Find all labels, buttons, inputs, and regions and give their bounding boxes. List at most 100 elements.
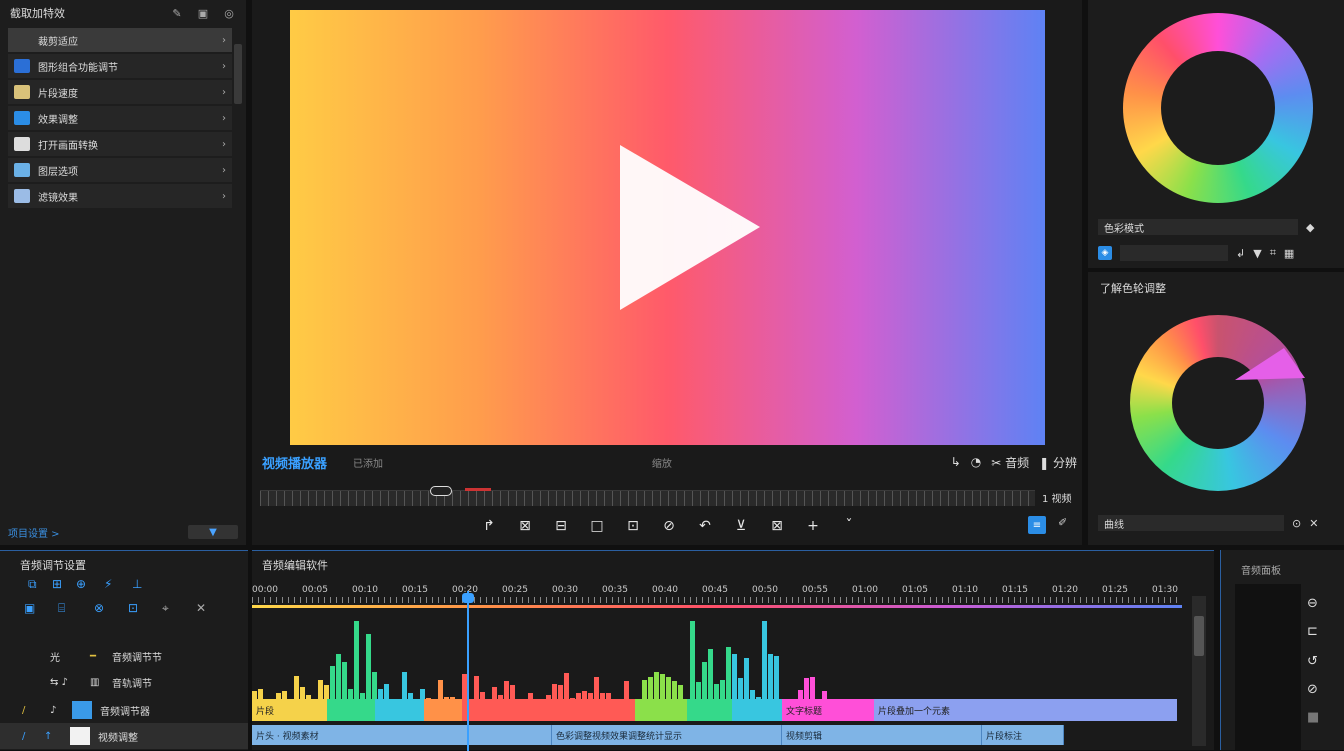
track-3-label: 音频调节器 xyxy=(100,706,150,718)
playhead[interactable] xyxy=(467,591,469,751)
clip-bottom-2[interactable]: 视频剪辑 xyxy=(782,725,982,745)
tool-4-icon[interactable]: ⊡ xyxy=(624,518,642,534)
grid-icon[interactable]: ▦ xyxy=(1284,247,1294,260)
tool-2-icon[interactable]: ⊟ xyxy=(552,518,570,534)
viewer-right-4[interactable]: ❚ 分辨 xyxy=(1039,454,1077,471)
video-preview[interactable] xyxy=(290,10,1045,445)
viewer-right-2[interactable]: ◔ xyxy=(971,455,981,469)
effects-scrollbar[interactable] xyxy=(234,44,242,104)
viewer-menu-button[interactable]: ≡ xyxy=(1028,516,1046,534)
color-mode-icon[interactable]: ◆ xyxy=(1306,221,1314,234)
ruler-label: 01:10 xyxy=(952,585,978,595)
audio-tool-4-icon[interactable]: ⊘ xyxy=(1307,682,1318,697)
track-header-4[interactable]: / ↑ 视频调整 xyxy=(0,723,248,749)
effect-item-5[interactable]: 图层选项 › xyxy=(8,158,232,182)
playhead-handle[interactable] xyxy=(462,593,474,603)
track-tool-2-icon[interactable]: ⊞ xyxy=(52,577,62,591)
clip-top-6[interactable] xyxy=(635,699,687,721)
scrub-handle[interactable] xyxy=(430,486,452,496)
track-tool-6-icon[interactable]: ▣ xyxy=(24,601,35,615)
track-tool-3-icon[interactable]: ⊕ xyxy=(76,577,86,591)
funnel-icon[interactable]: ▼ xyxy=(1253,247,1261,260)
color-select-icon[interactable]: ◈ xyxy=(1098,246,1112,260)
clip-top-3[interactable] xyxy=(424,699,462,721)
track-2-bars-icon: ▥ xyxy=(90,676,100,688)
tool-10-icon[interactable]: ˇ xyxy=(840,518,858,534)
color-mode-field[interactable]: 色彩模式 xyxy=(1098,219,1298,235)
clip-top-8[interactable] xyxy=(732,699,782,721)
chevron-right-icon: › xyxy=(222,86,226,98)
effect-item-2[interactable]: 片段速度 › xyxy=(8,80,232,104)
color-wheel-secondary[interactable] xyxy=(1130,315,1306,491)
track-tool-5-icon[interactable]: ⊥ xyxy=(132,577,142,591)
filter-button[interactable]: ▼ xyxy=(188,525,238,539)
clip-top-7[interactable] xyxy=(687,699,732,721)
track-header-2[interactable]: ⇆ ♪ ▥ 音轨调节 xyxy=(0,669,248,695)
track-tool-8-icon[interactable]: ⊗ xyxy=(94,601,104,615)
clip-top-5[interactable] xyxy=(552,699,635,721)
audio-tool-2-icon[interactable]: ⊏ xyxy=(1307,624,1318,639)
clip-bottom-0[interactable]: 片头 · 视频素材 xyxy=(252,725,552,745)
viewer-right-1[interactable]: ↳ xyxy=(951,455,961,469)
brush-icon[interactable]: ✎ xyxy=(170,6,184,20)
effect-item-4[interactable]: 打开画面转换 › xyxy=(8,132,232,156)
track-header-3[interactable]: / ♪ 音频调节器 xyxy=(0,697,248,723)
scrub-bar[interactable] xyxy=(260,486,1035,506)
tool-7-icon[interactable]: ⊻ xyxy=(732,518,750,534)
crop-icon[interactable]: ⌗ xyxy=(1270,246,1276,260)
track-header-1[interactable]: 光 ━ 音频调节节 xyxy=(0,643,248,669)
image-icon[interactable]: ▣ xyxy=(196,6,210,20)
project-settings-link[interactable]: 项目设置 > xyxy=(8,525,60,540)
clip-bottom-3[interactable]: 片段标注 xyxy=(982,725,1064,745)
color-wheel-primary[interactable] xyxy=(1123,13,1313,203)
tool-0-icon[interactable]: ↱ xyxy=(480,518,498,534)
track-tool-1-icon[interactable]: ⧉ xyxy=(28,577,37,592)
ruler-label: 00:50 xyxy=(752,585,778,595)
track-tool-11-icon[interactable]: ✕ xyxy=(196,601,206,615)
timeline-scroll-thumb[interactable] xyxy=(1194,616,1204,656)
tool-8-icon[interactable]: ⊠ xyxy=(768,518,786,534)
viewer-right-3[interactable]: ✂ 音频 xyxy=(991,454,1029,471)
track-4-label: 视频调整 xyxy=(98,732,138,744)
clip-top-10[interactable]: 片段叠加一个元素 xyxy=(874,699,1177,721)
track-4-pen-icon[interactable]: / xyxy=(22,731,44,742)
tool-5-icon[interactable]: ⊘ xyxy=(660,518,678,534)
clip-top-2[interactable] xyxy=(375,699,424,721)
track-tool-9-icon[interactable]: ⊡ xyxy=(128,601,138,615)
audio-tool-5-icon[interactable]: ■ xyxy=(1307,710,1319,725)
effect-item-1[interactable]: 图形组合功能调节 › xyxy=(8,54,232,78)
audio-tool-1-icon[interactable]: ⊖ xyxy=(1307,596,1318,611)
tool-3-icon[interactable]: □ xyxy=(588,518,606,534)
track-tool-10-icon[interactable]: ⌖ xyxy=(162,601,169,616)
timeline-ruler[interactable]: 00:00 00:05 00:10 00:15 00:20 00:25 00:30 00:35… xyxy=(252,581,1182,611)
play-icon[interactable] xyxy=(620,145,760,315)
undo-icon[interactable]: ↲ xyxy=(1236,247,1245,260)
effect-item-3[interactable]: 效果调整 › xyxy=(8,106,232,130)
tool-1-icon[interactable]: ⊠ xyxy=(516,518,534,534)
clip-top-0[interactable]: 片段 xyxy=(252,699,327,721)
curves-reset-icon[interactable]: ⊙ xyxy=(1292,517,1301,530)
tool-9-icon[interactable]: + xyxy=(804,518,822,534)
track-2-label: 音轨调节 xyxy=(112,678,152,690)
track-tool-7-icon[interactable]: ⌸ xyxy=(58,601,65,616)
effect-item-label: 打开画面转换 xyxy=(38,140,98,152)
audio-tool-3-icon[interactable]: ↺ xyxy=(1307,654,1318,669)
chevron-right-icon: › xyxy=(222,60,226,72)
effect-item-0[interactable]: 裁剪适应 › xyxy=(8,28,232,52)
track-3-pen-icon[interactable]: / xyxy=(22,705,50,716)
clip-bottom-1[interactable]: 色彩调整视频效果调整统计显示 xyxy=(552,725,782,745)
zoom-label[interactable]: 缩放 xyxy=(652,455,672,470)
tool-6-icon[interactable]: ↶ xyxy=(696,518,714,534)
clip-top-4[interactable] xyxy=(462,699,552,721)
track-tool-4-icon[interactable]: ⚡ xyxy=(104,577,112,591)
clip-top-1[interactable] xyxy=(327,699,375,721)
curves-field[interactable]: 曲线 xyxy=(1098,515,1284,531)
color-select-field[interactable] xyxy=(1120,245,1228,261)
effect-thumb xyxy=(14,111,30,125)
effect-item-6[interactable]: 滤镜效果 › xyxy=(8,184,232,208)
eyedropper-icon[interactable]: ✐ xyxy=(1058,516,1067,529)
settings-icon[interactable]: ◎ xyxy=(222,6,236,20)
timeline-scrollbar[interactable] xyxy=(1192,596,1206,746)
close-icon[interactable]: ✕ xyxy=(1309,517,1318,530)
clip-top-9[interactable]: 文字标题 xyxy=(782,699,874,721)
